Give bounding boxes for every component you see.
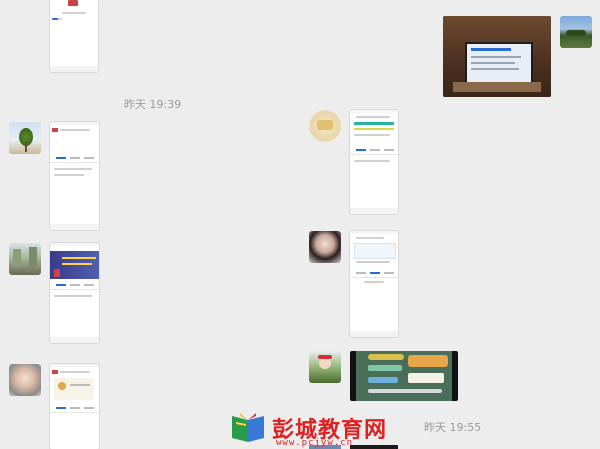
outdoor-avatar[interactable] (309, 351, 341, 383)
image-message-screenshot-1[interactable] (50, 122, 99, 230)
image-message-screenshot-4[interactable] (350, 231, 398, 337)
image-message-screenshot-5[interactable] (50, 364, 99, 449)
tv-screen (465, 42, 533, 84)
banner-image (50, 251, 99, 279)
watermark-url: www.pcjyw.cn (276, 438, 354, 448)
palm-tree-avatar[interactable] (9, 122, 41, 154)
timestamp-1955: 昨天 19:55 (424, 421, 482, 434)
image-message-tv-photo[interactable] (443, 16, 551, 97)
lake-avatar[interactable] (560, 16, 592, 48)
image-message-top-left[interactable] (50, 0, 98, 72)
thumb-icon (68, 0, 78, 6)
scenery-avatar[interactable] (309, 110, 341, 142)
image-message-video-screenshot[interactable] (350, 351, 458, 401)
child-avatar[interactable] (9, 364, 41, 396)
image-message-screenshot-3[interactable] (50, 243, 99, 343)
timestamp-1939: 昨天 19:39 (124, 98, 182, 111)
image-message-screenshot-2[interactable] (350, 110, 398, 214)
watermark: 彭城教育网 www.pcjyw.cn (228, 410, 386, 449)
book-logo-icon (232, 413, 264, 442)
street-avatar[interactable] (9, 243, 41, 275)
girl-avatar[interactable] (309, 231, 341, 263)
